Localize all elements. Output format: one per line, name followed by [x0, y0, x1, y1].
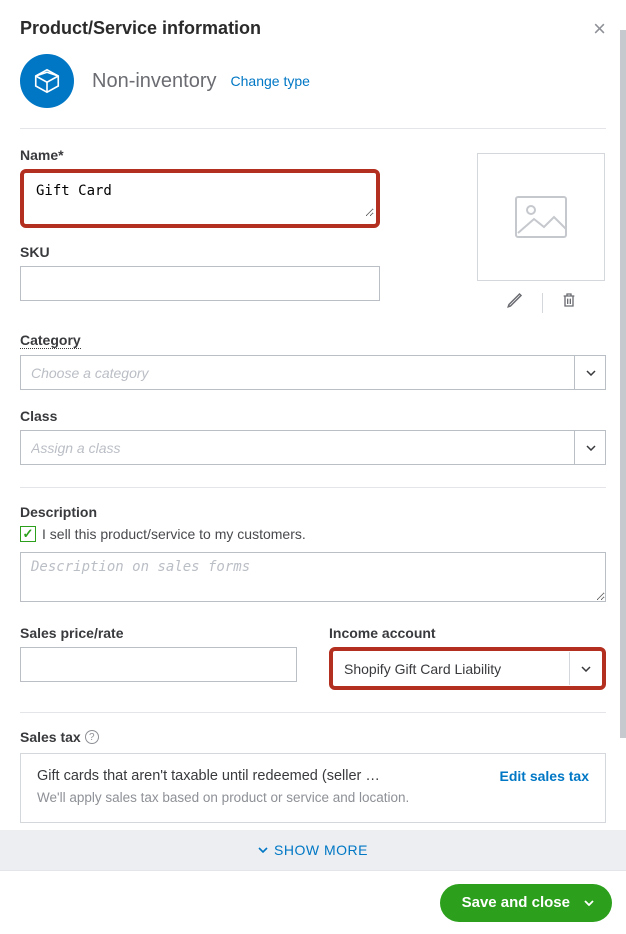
sales-price-label: Sales price/rate	[20, 625, 297, 641]
divider	[542, 293, 543, 313]
income-account-select[interactable]	[334, 652, 601, 685]
close-icon[interactable]: ×	[593, 18, 606, 40]
chevron-down-icon	[584, 900, 594, 906]
scrollbar[interactable]	[620, 30, 626, 738]
income-account-highlight-box	[329, 647, 606, 690]
name-highlight-box	[20, 169, 380, 228]
footer-bar: Save and close	[0, 870, 626, 934]
product-type-icon	[20, 54, 74, 108]
category-select[interactable]	[20, 355, 606, 390]
sales-tax-label: Sales tax	[20, 729, 81, 745]
description-input[interactable]	[20, 552, 606, 602]
class-label: Class	[20, 408, 606, 424]
sales-tax-box: Gift cards that aren't taxable until red…	[20, 753, 606, 823]
description-label: Description	[20, 504, 606, 520]
chevron-down-icon	[258, 847, 268, 853]
class-select[interactable]	[20, 430, 606, 465]
product-type-label: Non-inventory	[92, 70, 217, 93]
save-and-close-button[interactable]: Save and close	[440, 884, 612, 922]
sku-label: SKU	[20, 244, 380, 260]
category-label: Category	[20, 332, 606, 349]
edit-image-icon[interactable]	[506, 291, 524, 314]
sell-checkbox[interactable]: ✓	[20, 526, 36, 542]
sell-checkbox-label: I sell this product/service to my custom…	[42, 526, 306, 542]
edit-sales-tax-link[interactable]: Edit sales tax	[500, 768, 590, 784]
sales-tax-sub: We'll apply sales tax based on product o…	[37, 788, 480, 808]
image-upload-box[interactable]	[477, 153, 605, 281]
help-icon[interactable]: ?	[85, 730, 99, 744]
sales-price-input[interactable]	[20, 647, 297, 682]
name-input[interactable]	[26, 175, 374, 217]
sales-tax-title: Gift cards that aren't taxable until red…	[37, 768, 480, 784]
divider	[20, 487, 606, 488]
show-more-button[interactable]: SHOW MORE	[0, 830, 626, 870]
name-label: Name*	[20, 147, 380, 163]
income-account-label: Income account	[329, 625, 606, 641]
divider	[20, 712, 606, 713]
sku-input[interactable]	[20, 266, 380, 301]
delete-image-icon[interactable]	[561, 291, 577, 314]
page-title: Product/Service information	[20, 18, 261, 39]
change-type-link[interactable]: Change type	[231, 73, 310, 89]
